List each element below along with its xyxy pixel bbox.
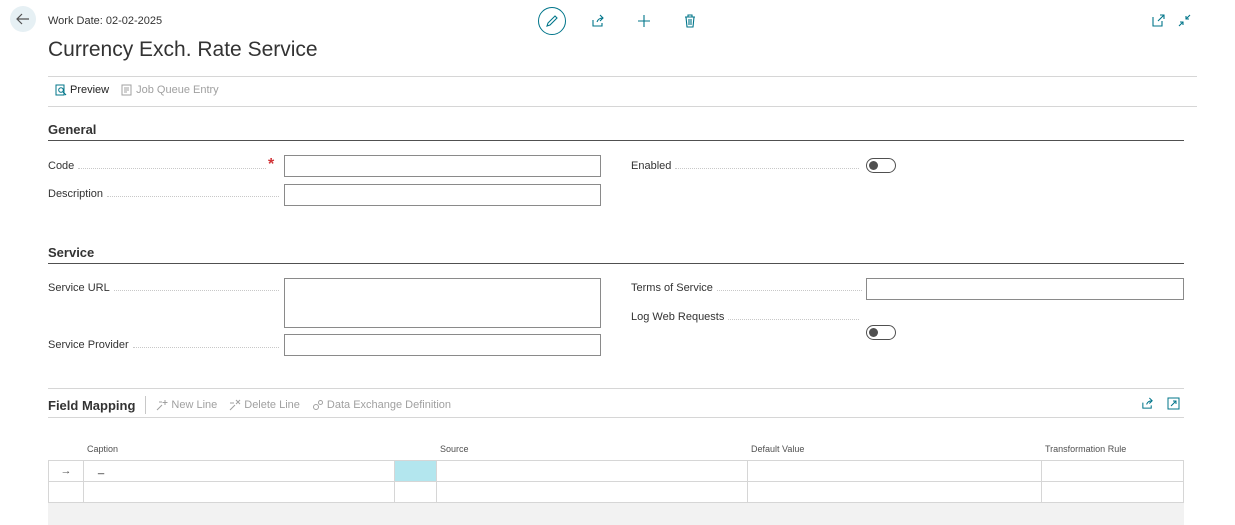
row-indicator: → bbox=[60, 465, 72, 477]
add-button[interactable] bbox=[630, 7, 658, 35]
column-header-transformation-rule[interactable]: Transformation Rule bbox=[1045, 444, 1126, 454]
job-queue-entry-action[interactable]: Job Queue Entry bbox=[121, 84, 219, 96]
selected-cell[interactable] bbox=[394, 461, 436, 481]
default-value-cell[interactable] bbox=[747, 461, 1041, 481]
share-button[interactable] bbox=[584, 7, 612, 35]
terms-of-service-label: Terms of Service bbox=[631, 282, 866, 294]
code-input[interactable] bbox=[284, 155, 601, 177]
code-label: Code bbox=[48, 160, 270, 172]
open-new-window-button[interactable] bbox=[1150, 12, 1166, 28]
grid-footer bbox=[48, 503, 1184, 525]
trash-icon bbox=[685, 14, 695, 28]
field-mapping-share-button[interactable] bbox=[1140, 396, 1154, 410]
delete-line-action[interactable]: Delete Line bbox=[229, 399, 300, 411]
back-button[interactable] bbox=[10, 6, 36, 32]
job-queue-entry-label: Job Queue Entry bbox=[136, 84, 219, 96]
column-header-default-value[interactable]: Default Value bbox=[751, 444, 804, 454]
back-arrow-icon bbox=[16, 13, 29, 25]
column-header-source[interactable]: Source bbox=[440, 444, 469, 454]
preview-action[interactable]: Preview bbox=[55, 84, 109, 96]
divider-field-mapping-bottom bbox=[48, 417, 1184, 418]
divider-field-mapping-top bbox=[48, 388, 1184, 389]
collapse-button[interactable] bbox=[1176, 12, 1192, 28]
row-indicator bbox=[49, 482, 83, 502]
plus-icon bbox=[638, 15, 650, 27]
general-section-title[interactable]: General bbox=[48, 122, 96, 137]
column-header-caption[interactable]: Caption bbox=[87, 444, 118, 454]
expand-icon bbox=[1167, 397, 1179, 409]
action-bar: Preview Job Queue Entry bbox=[55, 84, 219, 96]
general-section-rule bbox=[48, 140, 1184, 141]
divider-actions bbox=[48, 106, 1197, 107]
enabled-toggle[interactable] bbox=[866, 158, 896, 173]
table-row[interactable]: → _ bbox=[48, 460, 1184, 482]
source-cell[interactable] bbox=[436, 482, 747, 502]
work-date: Work Date: 02-02-2025 bbox=[48, 15, 163, 27]
preview-label: Preview bbox=[70, 84, 110, 96]
service-provider-label: Service Provider bbox=[48, 339, 283, 351]
required-indicator: * bbox=[268, 156, 275, 173]
log-web-requests-label: Log Web Requests bbox=[631, 311, 863, 323]
delete-line-label: Delete Line bbox=[244, 399, 300, 411]
share-icon bbox=[1141, 397, 1153, 409]
source-cell[interactable] bbox=[436, 461, 747, 481]
description-input[interactable] bbox=[284, 184, 601, 206]
job-queue-icon bbox=[121, 84, 132, 96]
blank-cell[interactable] bbox=[394, 482, 436, 502]
data-exchange-definition-label: Data Exchange Definition bbox=[326, 399, 452, 411]
field-mapping-title[interactable]: Field Mapping bbox=[48, 396, 147, 414]
new-line-action[interactable]: New Line bbox=[156, 399, 217, 411]
window-controls bbox=[1150, 12, 1192, 28]
new-line-label: New Line bbox=[171, 399, 218, 411]
field-mapping-expand-button[interactable] bbox=[1166, 396, 1180, 410]
page-title: Currency Exch. Rate Service bbox=[48, 38, 318, 61]
transformation-rule-cell[interactable] bbox=[1041, 482, 1184, 502]
preview-icon bbox=[55, 84, 67, 96]
top-actions bbox=[538, 7, 722, 35]
description-label: Description bbox=[48, 188, 283, 200]
share-icon bbox=[592, 14, 604, 27]
service-provider-input[interactable] bbox=[284, 334, 601, 356]
service-url-input[interactable] bbox=[284, 278, 601, 328]
open-in-new-window-icon bbox=[1151, 13, 1165, 27]
delete-button[interactable] bbox=[676, 7, 704, 35]
service-section-title[interactable]: Service bbox=[48, 245, 94, 260]
new-line-icon bbox=[157, 400, 168, 411]
data-exchange-definition-action[interactable]: Data Exchange Definition bbox=[312, 399, 451, 411]
caption-cell[interactable]: _ bbox=[83, 461, 394, 481]
gears-icon bbox=[312, 400, 323, 410]
pencil-icon bbox=[546, 15, 558, 27]
field-mapping-tools bbox=[1140, 396, 1180, 410]
collapse-icon bbox=[1178, 14, 1190, 26]
service-section-rule bbox=[48, 263, 1184, 264]
transformation-rule-cell[interactable] bbox=[1041, 461, 1184, 481]
default-value-cell[interactable] bbox=[747, 482, 1041, 502]
service-url-label: Service URL bbox=[48, 282, 283, 294]
enabled-label: Enabled bbox=[631, 160, 863, 172]
edit-button[interactable] bbox=[538, 7, 566, 35]
log-web-requests-toggle[interactable] bbox=[866, 325, 896, 340]
field-mapping-bar: Field Mapping New Line Delete Line Data … bbox=[48, 396, 463, 414]
delete-line-icon bbox=[229, 399, 241, 411]
divider-top bbox=[48, 76, 1197, 77]
caption-cell[interactable] bbox=[83, 482, 394, 502]
table-row[interactable] bbox=[48, 482, 1184, 503]
terms-of-service-input[interactable] bbox=[866, 278, 1184, 300]
